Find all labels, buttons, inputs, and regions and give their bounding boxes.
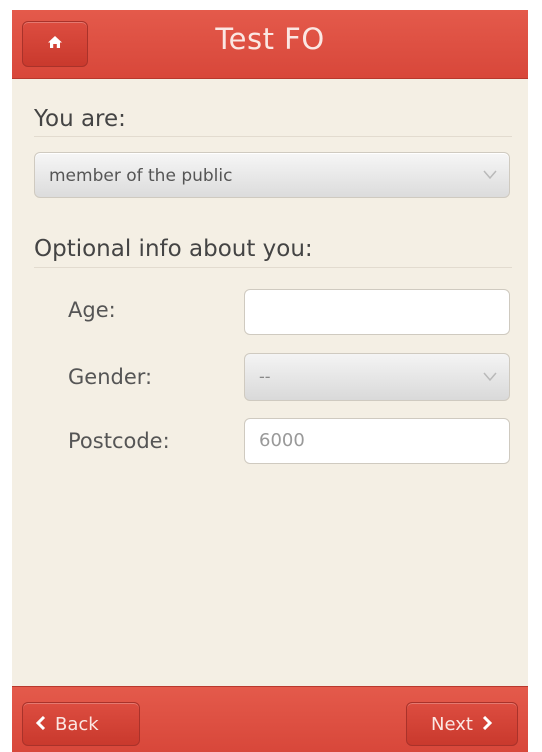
- role-select[interactable]: member of the public: [34, 152, 510, 198]
- next-button-label: Next: [431, 713, 473, 735]
- postcode-placeholder: 6000: [259, 430, 305, 451]
- gender-select[interactable]: --: [244, 353, 510, 401]
- app-header: Test FO: [12, 10, 528, 79]
- gender-label: Gender:: [68, 365, 153, 389]
- page-title: Test FO: [215, 22, 325, 56]
- role-select-value: member of the public: [49, 166, 233, 186]
- postcode-label: Postcode:: [68, 429, 170, 453]
- back-button-label: Back: [55, 713, 99, 735]
- app-footer: Back Next: [12, 686, 528, 752]
- optional-info-heading: Optional info about you:: [34, 236, 313, 262]
- app-screen: Test FO You are: member of the public Op…: [12, 10, 528, 721]
- next-button[interactable]: Next: [406, 702, 518, 746]
- age-input[interactable]: [244, 289, 510, 335]
- you-are-heading: You are:: [34, 106, 126, 132]
- chevron-right-icon: [481, 714, 493, 735]
- chevron-down-icon: [479, 164, 501, 186]
- age-label: Age:: [68, 298, 116, 322]
- divider: [34, 267, 512, 268]
- chevron-down-icon: [479, 366, 501, 388]
- back-button[interactable]: Back: [22, 702, 140, 746]
- postcode-input[interactable]: 6000: [244, 418, 510, 464]
- divider: [34, 136, 512, 137]
- chevron-left-icon: [35, 714, 47, 735]
- gender-select-value: --: [259, 367, 271, 386]
